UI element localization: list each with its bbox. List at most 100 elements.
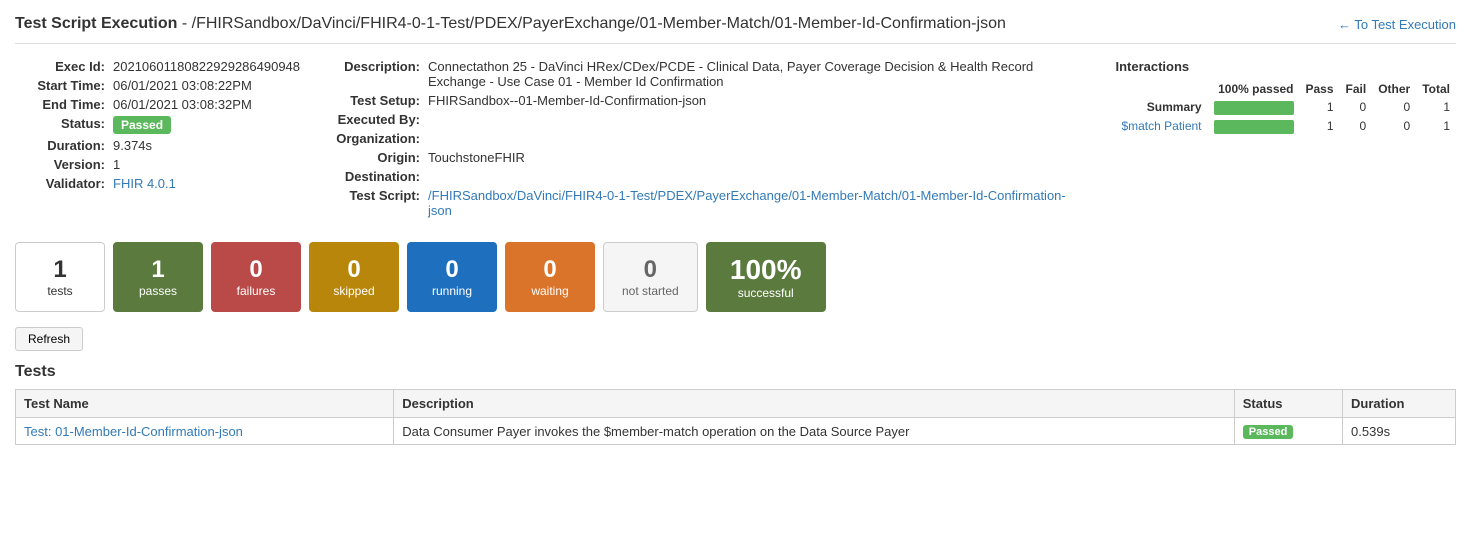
refresh-button[interactable]: Refresh <box>15 327 83 351</box>
executed-by-row: Executed By: <box>330 112 1085 127</box>
test-setup-label: Test Setup: <box>330 93 420 108</box>
duration-label: Duration: <box>15 138 105 153</box>
description-row: Description: Connectathon 25 - DaVinci H… <box>330 59 1085 89</box>
passes-label: passes <box>139 284 177 298</box>
interactions-cell-fail: 0 <box>1340 98 1373 117</box>
interactions-cell-other: 0 <box>1372 98 1416 117</box>
origin-row: Origin: TouchstoneFHIR <box>330 150 1085 165</box>
title-main: Test Script Execution <box>15 15 177 32</box>
description-label: Description: <box>330 59 420 89</box>
failures-count: 0 <box>249 256 262 284</box>
page-header: Test Script Execution - /FHIRSandbox/DaV… <box>15 15 1456 44</box>
stats-row: 1 tests 1 passes 0 failures 0 skipped 0 … <box>15 242 1456 312</box>
col-other: Other <box>1372 80 1416 98</box>
running-count: 0 <box>445 256 458 284</box>
end-time-value: 06/01/2021 03:08:32PM <box>113 97 252 112</box>
col-pass: Pass <box>1300 80 1340 98</box>
test-setup-row: Test Setup: FHIRSandbox--01-Member-Id-Co… <box>330 93 1085 108</box>
back-link[interactable]: To Test Execution <box>1338 17 1456 32</box>
stat-waiting: 0 waiting <box>505 242 595 312</box>
status-badge: Passed <box>113 116 171 134</box>
origin-label: Origin: <box>330 150 420 165</box>
test-script-row: Test Script: /FHIRSandbox/DaVinci/FHIR4-… <box>330 188 1085 218</box>
test-name-link[interactable]: Test: 01-Member-Id-Confirmation-json <box>24 424 243 439</box>
interactions-title: Interactions <box>1115 59 1456 74</box>
waiting-count: 0 <box>543 256 556 284</box>
stat-tests: 1 tests <box>15 242 105 312</box>
not-started-count: 0 <box>644 256 657 284</box>
validator-link[interactable]: FHIR 4.0.1 <box>113 176 176 191</box>
destination-row: Destination: <box>330 169 1085 184</box>
exec-id-value: 20210601180822929286490948 <box>113 59 300 74</box>
interactions-cell-total: 1 <box>1416 98 1456 117</box>
tests-section: Tests Test Name Description Status Durat… <box>15 363 1456 445</box>
destination-label: Destination: <box>330 169 420 184</box>
organization-label: Organization: <box>330 131 420 146</box>
waiting-label: waiting <box>531 284 568 298</box>
col-total: Total <box>1416 80 1456 98</box>
col-status: Status <box>1234 390 1342 418</box>
description-value: Connectathon 25 - DaVinci HRex/CDex/PCDE… <box>428 59 1085 89</box>
tests-heading: Tests <box>15 363 1456 381</box>
validator-row: Validator: FHIR 4.0.1 <box>15 176 300 191</box>
origin-value: TouchstoneFHIR <box>428 150 525 165</box>
exec-id-row: Exec Id: 20210601180822929286490948 <box>15 59 300 74</box>
interactions-section: Interactions 100% passed Pass Fail Other… <box>1115 59 1456 222</box>
interactions-cell-total: 1 <box>1416 117 1456 136</box>
duration-value: 9.374s <box>113 138 152 153</box>
interactions-row: $match Patient1001 <box>1115 117 1456 136</box>
end-time-row: End Time: 06/01/2021 03:08:32PM <box>15 97 300 112</box>
tests-table-header-row: Test Name Description Status Duration <box>16 390 1456 418</box>
stat-not-started: 0 not started <box>603 242 698 312</box>
meta-center: Description: Connectathon 25 - DaVinci H… <box>330 59 1085 222</box>
test-duration: 0.539s <box>1343 418 1456 445</box>
version-row: Version: 1 <box>15 157 300 172</box>
col-passed: 100% passed <box>1208 80 1300 98</box>
start-time-label: Start Time: <box>15 78 105 93</box>
title-path: - /FHIRSandbox/DaVinci/FHIR4-0-1-Test/PD… <box>182 15 1006 32</box>
table-row: Test: 01-Member-Id-Confirmation-json Data… <box>16 418 1456 445</box>
skipped-count: 0 <box>347 256 360 284</box>
col-test-name: Test Name <box>16 390 394 418</box>
success-pct: 100% <box>730 254 802 286</box>
status-label: Status: <box>15 116 105 134</box>
meta-left: Exec Id: 20210601180822929286490948 Star… <box>15 59 300 222</box>
stat-running: 0 running <box>407 242 497 312</box>
stat-skipped: 0 skipped <box>309 242 399 312</box>
tests-table: Test Name Description Status Duration Te… <box>15 389 1456 445</box>
start-time-row: Start Time: 06/01/2021 03:08:22PM <box>15 78 300 93</box>
status-row: Status: Passed <box>15 116 300 134</box>
not-started-label: not started <box>622 284 679 298</box>
status-badge-text: Passed <box>113 116 171 134</box>
stat-passes: 1 passes <box>113 242 203 312</box>
interactions-cell-pass: 1 <box>1300 98 1340 117</box>
col-duration: Duration <box>1343 390 1456 418</box>
interactions-row: Summary1001 <box>1115 98 1456 117</box>
interactions-cell-pass: 1 <box>1300 117 1340 136</box>
interactions-cell-other: 0 <box>1372 117 1416 136</box>
col-fail: Fail <box>1340 80 1373 98</box>
exec-id-label: Exec Id: <box>15 59 105 74</box>
interactions-cell-fail: 0 <box>1340 117 1373 136</box>
executed-by-label: Executed By: <box>330 112 420 127</box>
organization-row: Organization: <box>330 131 1085 146</box>
validator-label: Validator: <box>15 176 105 191</box>
stat-failures: 0 failures <box>211 242 301 312</box>
end-time-label: End Time: <box>15 97 105 112</box>
test-script-label: Test Script: <box>330 188 420 218</box>
test-script-link[interactable]: /FHIRSandbox/DaVinci/FHIR4-0-1-Test/PDEX… <box>428 188 1066 218</box>
running-label: running <box>432 284 472 298</box>
version-value: 1 <box>113 157 120 172</box>
stat-success: 100% successful <box>706 242 826 312</box>
duration-row: Duration: 9.374s <box>15 138 300 153</box>
col-description: Description <box>394 390 1235 418</box>
tests-label: tests <box>47 284 72 298</box>
interactions-row-link[interactable]: $match Patient <box>1121 119 1201 133</box>
skipped-label: skipped <box>333 284 374 298</box>
test-description: Data Consumer Payer invokes the $member-… <box>394 418 1235 445</box>
version-label: Version: <box>15 157 105 172</box>
start-time-value: 06/01/2021 03:08:22PM <box>113 78 252 93</box>
meta-section: Exec Id: 20210601180822929286490948 Star… <box>15 59 1456 222</box>
success-label: successful <box>738 286 794 300</box>
page-title: Test Script Execution - /FHIRSandbox/DaV… <box>15 15 1006 33</box>
